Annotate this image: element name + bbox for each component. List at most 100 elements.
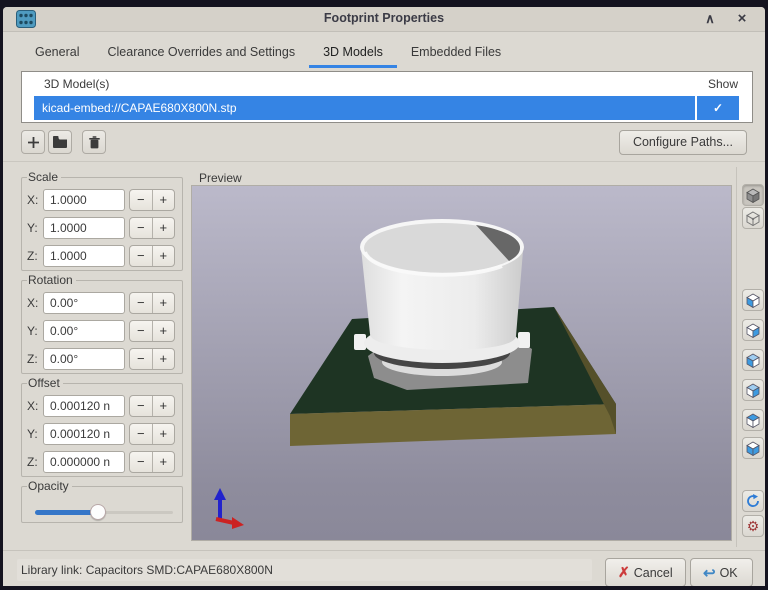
perspective-view-button[interactable] (742, 207, 764, 229)
offset-x-input[interactable]: 0.000120 n (43, 395, 125, 417)
increment-button[interactable]: + (153, 190, 175, 210)
offset-z-stepper: −+ (129, 451, 175, 473)
offset-z-input[interactable]: 0.000000 n (43, 451, 125, 473)
refresh-icon (745, 493, 761, 509)
column-header-show: Show (708, 77, 738, 91)
decrement-button[interactable]: − (130, 246, 153, 266)
view-top-button[interactable] (742, 409, 764, 431)
titlebar[interactable]: Footprint Properties ∧ × (3, 7, 765, 32)
delete-model-button[interactable] (82, 130, 106, 154)
increment-button[interactable]: + (153, 218, 175, 238)
scale-z-row: Z: 1.0000 −+ (27, 244, 177, 268)
decrement-button[interactable]: − (130, 321, 153, 341)
decrement-button[interactable]: − (130, 293, 153, 313)
table-row[interactable]: kicad-embed://CAPAE680X800N.stp ✓ (23, 96, 751, 120)
opacity-slider[interactable] (35, 505, 173, 519)
tab-3d-models[interactable]: 3D Models (309, 40, 397, 68)
tab-general[interactable]: General (21, 40, 93, 68)
cube-left-face-icon (745, 292, 761, 308)
scale-z-label: Z: (27, 249, 43, 263)
model-path-cell[interactable]: kicad-embed://CAPAE680X800N.stp (35, 96, 695, 120)
scale-y-stepper: −+ (129, 217, 175, 239)
dialog-body: Footprint Properties ∧ × General Clearan… (3, 7, 765, 586)
offset-z-label: Z: (27, 455, 43, 469)
view-toolbar: ⚙ (736, 167, 765, 547)
view-right-button[interactable] (742, 319, 764, 341)
increment-button[interactable]: + (153, 396, 175, 416)
scale-z-input[interactable]: 1.0000 (43, 245, 125, 267)
add-model-button[interactable] (21, 130, 45, 154)
scale-x-input[interactable]: 1.0000 (43, 189, 125, 211)
section-divider (3, 161, 765, 162)
cancel-x-icon: ✗ (618, 564, 630, 581)
library-link-text: Library link: Capacitors SMD:CAPAE680X80… (21, 563, 273, 577)
increment-button[interactable]: + (153, 293, 175, 313)
row-end-gap (739, 96, 751, 120)
cube-back-face-icon (745, 382, 761, 398)
increment-button[interactable]: + (153, 424, 175, 444)
slider-handle[interactable] (90, 504, 106, 520)
model-table: 3D Model(s) Show kicad-embed://CAPAE680X… (21, 71, 753, 123)
scale-group-title: Scale (27, 170, 61, 184)
offset-y-row: Y: 0.000120 n −+ (27, 422, 177, 446)
rotation-z-row: Z: 0.00° −+ (27, 347, 177, 371)
offset-x-stepper: −+ (129, 395, 175, 417)
orthographic-view-button[interactable] (742, 184, 764, 206)
tab-embedded-files[interactable]: Embedded Files (397, 40, 515, 68)
increment-button[interactable]: + (153, 452, 175, 472)
rotation-x-stepper: −+ (129, 292, 175, 314)
decrement-button[interactable]: − (130, 190, 153, 210)
scale-y-input[interactable]: 1.0000 (43, 217, 125, 239)
rotation-y-input[interactable]: 0.00° (43, 320, 125, 342)
rotation-x-input[interactable]: 0.00° (43, 292, 125, 314)
offset-z-row: Z: 0.000000 n −+ (27, 450, 177, 474)
footprint-properties-dialog: Footprint Properties ∧ × General Clearan… (0, 0, 768, 590)
decrement-button[interactable]: − (130, 218, 153, 238)
offset-x-row: X: 0.000120 n −+ (27, 394, 177, 418)
window-title: Footprint Properties (3, 11, 765, 25)
scale-x-row: X: 1.0000 −+ (27, 188, 177, 212)
ok-label: OK (720, 566, 738, 580)
close-button[interactable]: × (731, 9, 753, 29)
preview-3d-viewport[interactable] (191, 185, 732, 541)
opacity-group-title: Opacity (27, 479, 72, 493)
increment-button[interactable]: + (153, 349, 175, 369)
ok-button[interactable]: ↩ OK (690, 558, 753, 586)
offset-y-input[interactable]: 0.000120 n (43, 423, 125, 445)
rotation-z-label: Z: (27, 352, 43, 366)
rotation-z-input[interactable]: 0.00° (43, 348, 125, 370)
capacitor-model (354, 219, 530, 376)
browse-model-button[interactable] (48, 130, 72, 154)
scale-x-label: X: (27, 193, 43, 207)
view-bottom-button[interactable] (742, 437, 764, 459)
preview-label: Preview (199, 171, 242, 185)
opacity-group: Opacity (21, 479, 183, 523)
gear-icon: ⚙ (747, 519, 760, 533)
view-front-button[interactable] (742, 349, 764, 371)
scale-y-label: Y: (27, 221, 43, 235)
increment-button[interactable]: + (153, 321, 175, 341)
increment-button[interactable]: + (153, 246, 175, 266)
decrement-button[interactable]: − (130, 424, 153, 444)
refresh-view-button[interactable] (742, 490, 764, 512)
render-settings-button[interactable]: ⚙ (742, 515, 764, 537)
library-link-label: Library link: (21, 563, 82, 577)
decrement-button[interactable]: − (130, 452, 153, 472)
cancel-button[interactable]: ✗ Cancel (605, 558, 686, 586)
model-table-header: 3D Model(s) Show (22, 72, 752, 96)
scale-group: Scale X: 1.0000 −+ Y: 1.0000 −+ Z: 1.000… (21, 170, 183, 271)
decrement-button[interactable]: − (130, 396, 153, 416)
show-checkbox[interactable]: ✓ (697, 96, 739, 120)
rotation-x-row: X: 0.00° −+ (27, 291, 177, 315)
configure-paths-button[interactable]: Configure Paths... (619, 130, 747, 155)
rotation-x-label: X: (27, 296, 43, 310)
view-left-button[interactable] (742, 289, 764, 311)
library-link-value: Capacitors SMD:CAPAE680X800N (86, 563, 273, 577)
view-back-button[interactable] (742, 379, 764, 401)
tab-clearance-overrides[interactable]: Clearance Overrides and Settings (93, 40, 309, 68)
rotation-y-stepper: −+ (129, 320, 175, 342)
scale-y-row: Y: 1.0000 −+ (27, 216, 177, 240)
decrement-button[interactable]: − (130, 349, 153, 369)
offset-group-title: Offset (27, 376, 63, 390)
shade-button[interactable]: ∧ (699, 9, 721, 29)
